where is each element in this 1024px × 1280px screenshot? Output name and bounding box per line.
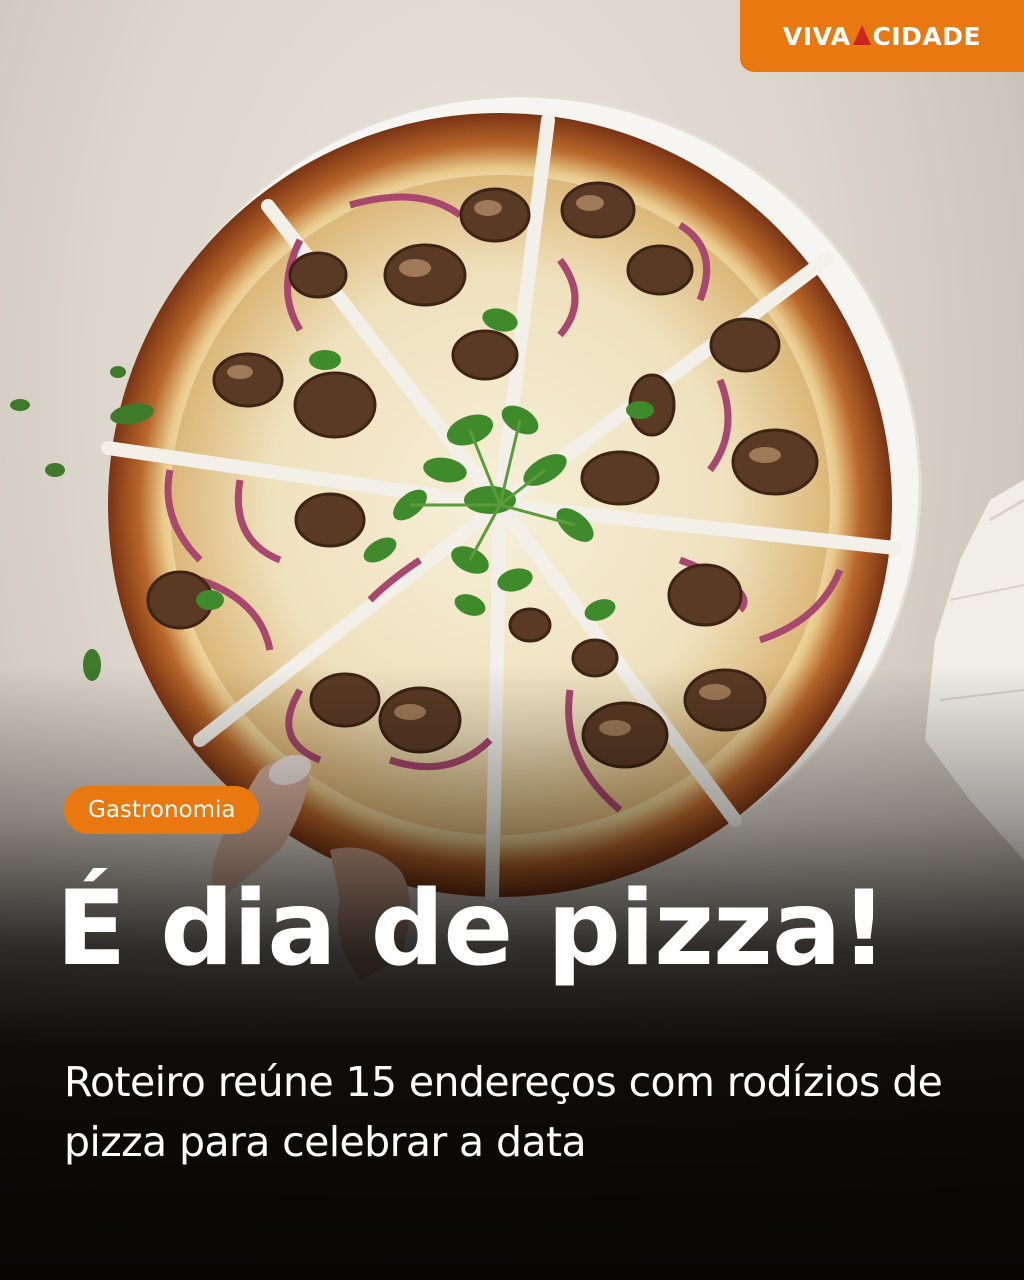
- category-badge: Gastronomia: [64, 786, 260, 834]
- headline: É dia de pizza!: [56, 869, 887, 989]
- brand-logo-mark-icon: [852, 25, 871, 45]
- brand-logo-text-left: VIVA: [782, 21, 851, 51]
- brand-logo[interactable]: VIVA CIDADE: [740, 0, 1024, 72]
- subtitle: Roteiro reúne 15 endereços com rodízios …: [64, 1058, 943, 1166]
- brand-logo-text-right: CIDADE: [872, 21, 982, 51]
- social-post-card: VIVA CIDADE Gastronomia É dia de pizza! …: [0, 0, 1024, 1280]
